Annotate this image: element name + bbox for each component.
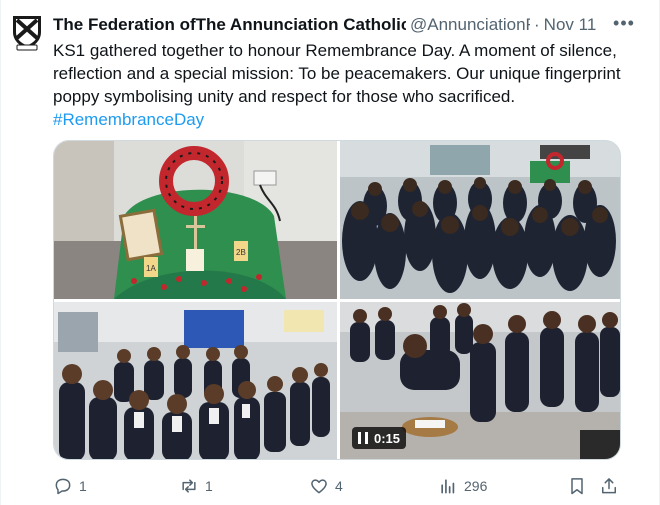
share-button[interactable] [599,474,625,498]
share-icon [602,478,616,494]
like-count: 4 [335,478,343,494]
tweet-body: KS1 gathered together to honour Remembra… [53,41,621,106]
tweet-actions: 1 1 4 296 [53,474,633,498]
video-player[interactable]: 0:15 [340,302,620,459]
photo-hall-seated[interactable] [340,141,620,299]
tweet-date[interactable]: Nov 11 [544,15,597,35]
pause-icon[interactable] [358,432,368,444]
tweet-card[interactable]: The Federation ofThe Annunciation Cathol… [0,0,660,505]
more-icon: ••• [613,12,635,33]
author-name[interactable]: The Federation ofThe Annunciation Cathol… [53,15,406,35]
analytics-icon [441,479,455,494]
photo-children-standing[interactable] [54,302,337,459]
wreath-label-2b: 2B [236,248,246,257]
reply-count: 1 [79,478,87,494]
wreath-label-1a: 1A [146,264,156,273]
heart-icon [311,479,327,494]
photo-poppy-wreath[interactable]: 1A 2B [54,141,337,299]
reply-button[interactable]: 1 [53,474,87,498]
tweet-text: KS1 gathered together to honour Remembra… [53,39,643,131]
repost-button[interactable]: 1 [179,474,213,498]
avatar[interactable] [7,12,47,52]
separator: · [534,15,540,34]
views-button[interactable]: 296 [438,474,487,498]
hashtag-link[interactable]: #RemembranceDay [53,110,204,129]
author-handle[interactable]: @AnnunciationFed [410,15,530,35]
like-button[interactable]: 4 [309,474,343,498]
video-duration: 0:15 [374,430,401,446]
view-count: 296 [464,478,488,494]
more-options-button[interactable]: ••• [611,10,637,36]
bookmark-icon [571,478,583,495]
bookmark-button[interactable] [567,474,593,498]
reply-icon [55,478,71,495]
media-grid[interactable]: 1A 2B 0:15 [53,140,621,460]
repost-icon [182,479,196,493]
video-duration-badge[interactable]: 0:15 [352,427,407,449]
tweet-header: The Federation ofThe Annunciation Cathol… [53,14,623,36]
repost-count: 1 [205,478,213,494]
